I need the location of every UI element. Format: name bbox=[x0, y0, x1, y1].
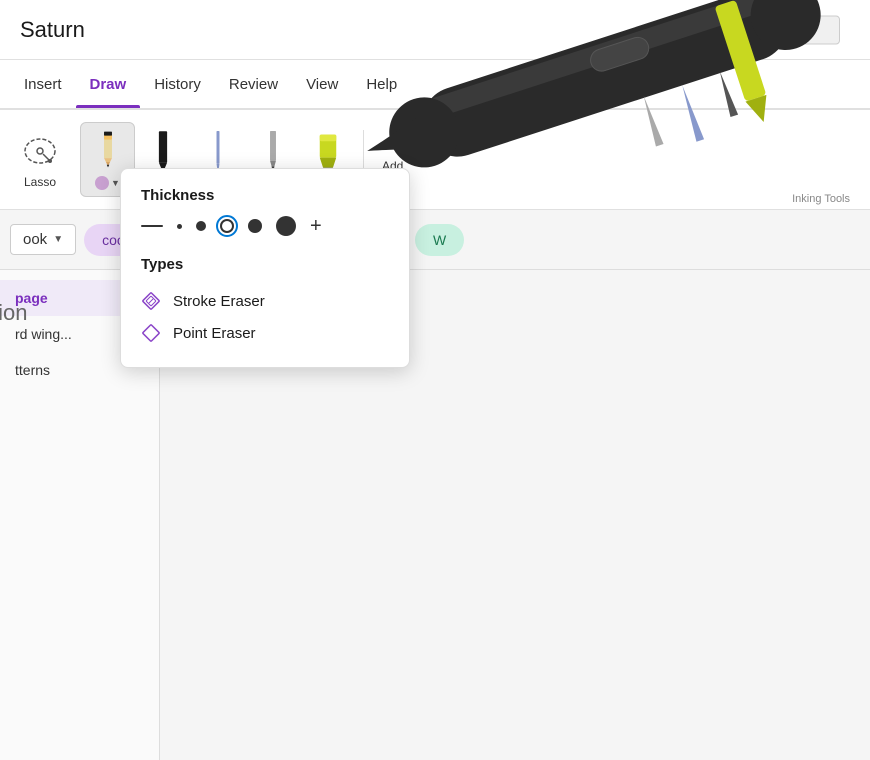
notebook-chevron-icon: ▼ bbox=[53, 234, 63, 245]
thickness-option-small[interactable] bbox=[177, 224, 182, 229]
stroke-eraser-icon bbox=[141, 291, 161, 311]
menu-item-insert[interactable]: Insert bbox=[10, 60, 76, 108]
lasso-tool[interactable]: Lasso bbox=[10, 123, 70, 197]
title-bar: Saturn 🔍 Searc bbox=[0, 0, 870, 60]
stroke-eraser-option[interactable]: Stroke Eraser bbox=[141, 285, 389, 317]
left-partial-text: tion bbox=[0, 300, 27, 326]
menu-item-help[interactable]: Help bbox=[352, 60, 411, 108]
menu-item-draw[interactable]: Draw bbox=[76, 60, 141, 108]
notebook-selector[interactable]: ook ▼ bbox=[10, 224, 76, 255]
plus-icon: + bbox=[386, 129, 399, 155]
app-title: Saturn bbox=[20, 17, 85, 43]
types-title: Types bbox=[141, 256, 389, 273]
pen-chevron-icon[interactable]: ▼ bbox=[111, 178, 120, 188]
pen-color-swatch bbox=[95, 176, 109, 190]
notebook-label: ook bbox=[23, 231, 47, 248]
search-box[interactable]: 🔍 Searc bbox=[680, 15, 840, 44]
pencil-icon bbox=[92, 129, 124, 174]
stroke-eraser-label: Stroke Eraser bbox=[173, 293, 265, 310]
thickness-popup: Thickness + Types Stroke Eraser Point Er… bbox=[120, 168, 410, 368]
search-icon: 🔍 bbox=[693, 21, 710, 38]
menu-item-view[interactable]: View bbox=[292, 60, 352, 108]
point-eraser-icon bbox=[141, 323, 161, 343]
thickness-row: + bbox=[141, 216, 389, 236]
thickness-option-large[interactable] bbox=[276, 216, 296, 236]
tag-extra[interactable]: W bbox=[415, 224, 464, 256]
thickness-plus-icon[interactable]: + bbox=[310, 216, 322, 236]
thickness-option-medium-ring[interactable] bbox=[220, 219, 234, 233]
thickness-title: Thickness bbox=[141, 187, 389, 204]
point-eraser-option[interactable]: Point Eraser bbox=[141, 317, 389, 349]
lasso-label: Lasso bbox=[24, 175, 56, 189]
menu-item-review[interactable]: Review bbox=[215, 60, 292, 108]
thickness-option-small2[interactable] bbox=[196, 221, 206, 231]
thickness-option-medium[interactable] bbox=[248, 219, 262, 233]
thickness-option-line[interactable] bbox=[141, 225, 163, 227]
menu-item-history[interactable]: History bbox=[140, 60, 215, 108]
menu-bar: Insert Draw History Review View Help bbox=[0, 60, 870, 110]
point-eraser-label: Point Eraser bbox=[173, 325, 256, 342]
lasso-icon bbox=[20, 131, 60, 171]
search-label: Searc bbox=[718, 22, 755, 38]
inking-tools-label: Inking Tools bbox=[792, 193, 850, 205]
